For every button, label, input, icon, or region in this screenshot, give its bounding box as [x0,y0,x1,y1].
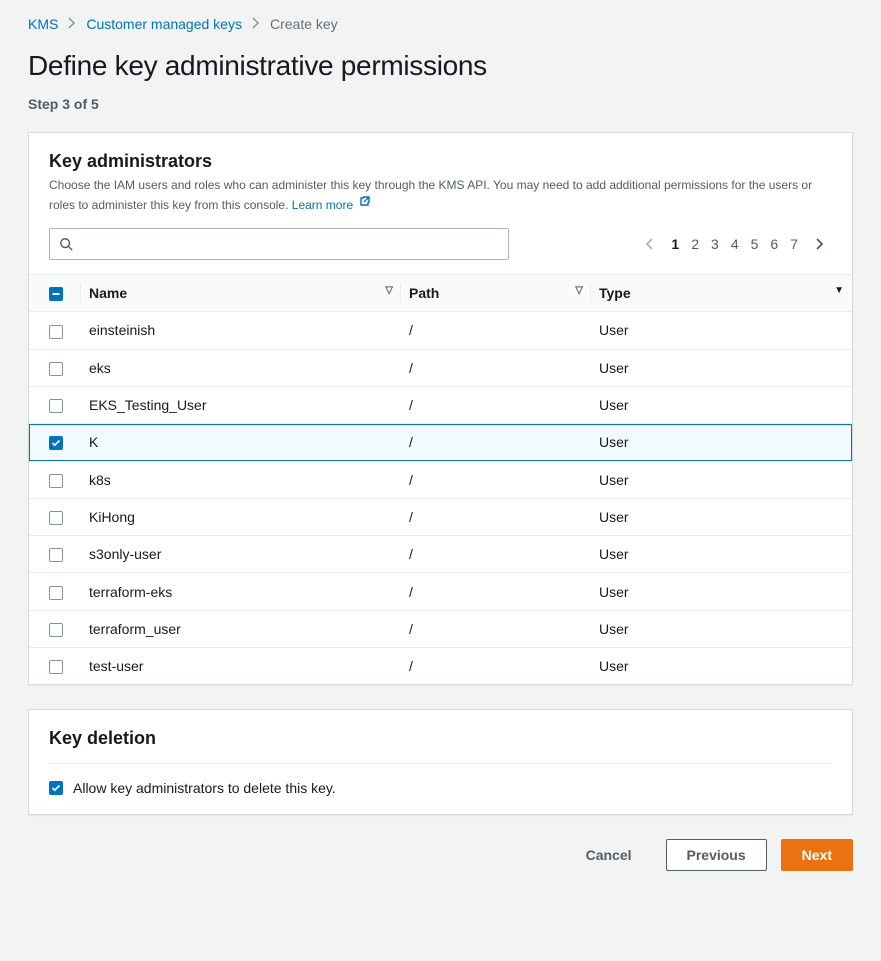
cell-path: / [401,312,591,349]
page-title: Define key administrative permissions [28,50,853,82]
cell-path: / [401,610,591,647]
key-deletion-panel: Key deletion Allow key administrators to… [28,709,853,815]
row-checkbox[interactable] [49,586,63,600]
learn-more-link[interactable]: Learn more [292,198,371,212]
table-toolbar: 1234567 [49,228,832,260]
cell-name: test-user [81,647,401,684]
table-row[interactable]: k8s/User [29,461,852,498]
row-checkbox[interactable] [49,399,63,413]
cell-name: einsteinish [81,312,401,349]
table-row[interactable]: terraform-eks/User [29,573,852,610]
sort-icon-active: ▼ [834,285,844,296]
breadcrumb-current: Create key [270,16,338,32]
cell-path: / [401,573,591,610]
cell-type: User [591,536,852,573]
cell-name: KiHong [81,498,401,535]
pagination-page[interactable]: 6 [764,232,784,256]
breadcrumb-link-cmk[interactable]: Customer managed keys [86,16,242,32]
cell-name: terraform-eks [81,573,401,610]
pagination: 1234567 [637,228,832,260]
breadcrumb: KMS Customer managed keys Create key [28,16,853,32]
chevron-left-icon [645,238,653,250]
search-input[interactable] [49,228,509,260]
table-row[interactable]: eks/User [29,349,852,386]
cell-path: / [401,498,591,535]
cancel-button[interactable]: Cancel [566,839,652,871]
cell-type: User [591,573,852,610]
chevron-right-icon [252,16,260,32]
table-row[interactable]: terraform_user/User [29,610,852,647]
section-desc-text: Choose the IAM users and roles who can a… [49,178,812,212]
cell-type: User [591,424,852,461]
cell-type: User [591,647,852,684]
chevron-right-icon [68,16,76,32]
cell-name: s3only-user [81,536,401,573]
table-row[interactable]: einsteinish/User [29,312,852,349]
cell-path: / [401,536,591,573]
section-desc-admins: Choose the IAM users and roles who can a… [49,176,832,214]
row-checkbox[interactable] [49,362,63,376]
search-icon [59,237,73,251]
external-link-icon [359,194,371,212]
key-administrators-panel: Key administrators Choose the IAM users … [28,132,853,685]
sort-icon: ▽ [575,285,583,296]
pagination-page[interactable]: 5 [745,232,765,256]
table-row[interactable]: EKS_Testing_User/User [29,386,852,423]
pagination-next[interactable] [808,228,832,260]
cell-name: k8s [81,461,401,498]
cell-type: User [591,610,852,647]
row-checkbox[interactable] [49,474,63,488]
row-checkbox[interactable] [49,436,63,450]
table-row[interactable]: KiHong/User [29,498,852,535]
pagination-page[interactable]: 4 [725,232,745,256]
cell-type: User [591,312,852,349]
col-header-path[interactable]: Path [409,285,439,301]
cell-type: User [591,386,852,423]
cell-path: / [401,461,591,498]
col-header-name[interactable]: Name [89,285,127,301]
cell-type: User [591,498,852,535]
next-button[interactable]: Next [781,839,853,871]
admins-table: Name ▽ Path ▽ Type ▼ einsteinish/User [29,274,852,684]
allow-delete-label: Allow key administrators to delete this … [73,780,336,796]
pagination-page[interactable]: 3 [705,232,725,256]
step-indicator: Step 3 of 5 [28,96,853,112]
table-row[interactable]: test-user/User [29,647,852,684]
row-checkbox[interactable] [49,511,63,525]
wizard-footer: Cancel Previous Next [28,839,853,871]
row-checkbox[interactable] [49,548,63,562]
search-wrap [49,228,509,260]
col-header-type[interactable]: Type [599,285,631,301]
cell-path: / [401,647,591,684]
cell-path: / [401,424,591,461]
pagination-page[interactable]: 2 [685,232,705,256]
cell-name: eks [81,349,401,386]
cell-type: User [591,461,852,498]
cell-name: EKS_Testing_User [81,386,401,423]
chevron-right-icon [816,238,824,250]
section-title-deletion: Key deletion [49,728,832,749]
cell-type: User [591,349,852,386]
sort-icon: ▽ [385,285,393,296]
table-row[interactable]: K/User [29,424,852,461]
table-row[interactable]: s3only-user/User [29,536,852,573]
cell-path: / [401,349,591,386]
row-checkbox[interactable] [49,325,63,339]
cell-path: / [401,386,591,423]
row-checkbox[interactable] [49,660,63,674]
pagination-page[interactable]: 7 [784,232,804,256]
pagination-prev[interactable] [637,228,661,260]
section-title-admins: Key administrators [49,151,832,172]
breadcrumb-link-kms[interactable]: KMS [28,16,58,32]
select-all-checkbox[interactable] [49,287,63,301]
allow-delete-checkbox[interactable] [49,781,63,795]
previous-button[interactable]: Previous [666,839,767,871]
cell-name: terraform_user [81,610,401,647]
row-checkbox[interactable] [49,623,63,637]
learn-more-text: Learn more [292,198,353,212]
cell-name: K [81,424,401,461]
pagination-page[interactable]: 1 [665,232,685,256]
